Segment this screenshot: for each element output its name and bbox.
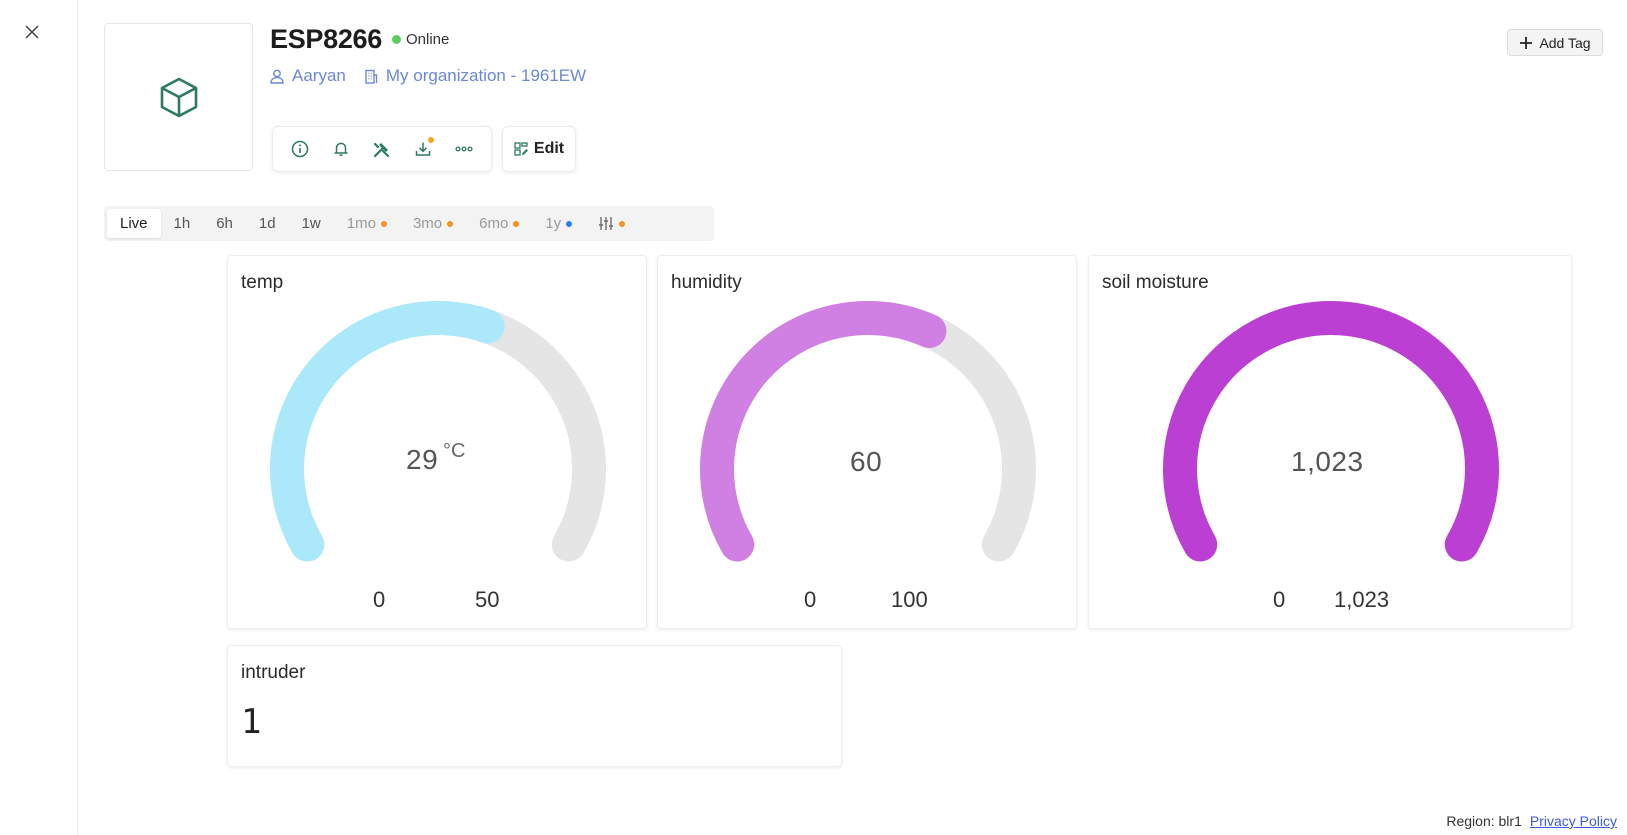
tab-1mo[interactable]: 1mo bbox=[334, 209, 400, 238]
time-range-tabs: Live 1h 6h 1d 1w 1mo 3mo 6mo 1y bbox=[104, 206, 714, 241]
intruder-value: 1 bbox=[241, 702, 262, 742]
organization-link[interactable]: My organization - 1961EW bbox=[364, 66, 586, 86]
owner-name: Aaryan bbox=[292, 66, 346, 85]
tools-icon bbox=[374, 142, 390, 157]
plus-icon bbox=[1520, 36, 1533, 49]
premium-dot bbox=[380, 220, 387, 227]
gauge-unit: °C bbox=[443, 440, 466, 462]
premium-dot bbox=[619, 220, 626, 227]
gauge-min-label: 0 bbox=[373, 587, 386, 612]
gauge-value: 60 bbox=[850, 446, 883, 477]
close-button[interactable] bbox=[20, 20, 44, 44]
device-meta: Aaryan My organization - 1961EW bbox=[270, 66, 586, 86]
building-icon bbox=[365, 69, 378, 84]
tab-6mo[interactable]: 6mo bbox=[466, 209, 532, 238]
user-icon bbox=[270, 69, 284, 84]
gauge-min-label: 0 bbox=[1273, 587, 1286, 612]
bell-icon bbox=[334, 142, 348, 156]
premium-dot bbox=[447, 220, 454, 227]
info-icon bbox=[291, 140, 308, 158]
premium-dot bbox=[513, 220, 520, 227]
more-button[interactable] bbox=[448, 133, 480, 165]
widget-humidity[interactable]: humidity 60 0 100 bbox=[657, 255, 1077, 629]
gauge-value: 1,023 bbox=[1291, 446, 1364, 477]
temp-gauge bbox=[270, 301, 606, 562]
owner-link[interactable]: Aaryan bbox=[270, 66, 346, 86]
edit-label: Edit bbox=[533, 140, 565, 157]
add-tag-button[interactable]: Add Tag bbox=[1507, 29, 1603, 56]
tab-3mo[interactable]: 3mo bbox=[400, 209, 466, 238]
gauge-fill bbox=[700, 301, 947, 562]
notifications-button[interactable] bbox=[325, 133, 357, 165]
privacy-policy-link[interactable]: Privacy Policy bbox=[1530, 813, 1617, 829]
widget-temp[interactable]: temp 29 °C 0 50 bbox=[227, 255, 647, 629]
premium-dot bbox=[566, 220, 573, 227]
tab-1d[interactable]: 1d bbox=[246, 209, 289, 238]
cube-icon bbox=[160, 77, 197, 118]
gauge-fill bbox=[1163, 301, 1499, 562]
info-button[interactable] bbox=[284, 133, 316, 165]
gauge-fill bbox=[270, 301, 505, 562]
region-label: Region: blr1 bbox=[1446, 813, 1522, 829]
device-image bbox=[104, 23, 253, 171]
edit-dashboard-button[interactable]: Edit bbox=[502, 126, 576, 172]
device-name: ESP8266 bbox=[270, 24, 382, 54]
tab-live[interactable]: Live bbox=[107, 209, 161, 238]
device-action-toolbar bbox=[272, 126, 492, 172]
sliders-icon bbox=[599, 217, 614, 230]
add-tag-label: Add Tag bbox=[1539, 34, 1591, 51]
more-dots-icon bbox=[455, 146, 473, 152]
online-status-dot bbox=[392, 35, 401, 44]
download-button[interactable] bbox=[407, 133, 439, 165]
download-notification-dot bbox=[428, 137, 435, 143]
gauge-min-label: 0 bbox=[804, 587, 817, 612]
left-rail bbox=[0, 0, 78, 835]
gauge-max-label: 50 bbox=[475, 587, 500, 612]
gauge-max-label: 1,023 bbox=[1334, 587, 1390, 612]
close-icon bbox=[25, 25, 39, 39]
widget-title: intruder bbox=[241, 662, 306, 683]
widget-intruder[interactable]: intruder 1 bbox=[227, 645, 842, 767]
tab-1w[interactable]: 1w bbox=[289, 209, 334, 238]
soil-moisture-gauge bbox=[1163, 301, 1499, 562]
tab-6h[interactable]: 6h bbox=[203, 209, 246, 238]
tab-1h[interactable]: 1h bbox=[161, 209, 204, 238]
gauge-value: 29 bbox=[406, 444, 439, 475]
device-header: ESP8266 Online bbox=[270, 24, 449, 55]
humidity-gauge bbox=[700, 301, 1036, 562]
tab-custom-range[interactable] bbox=[585, 209, 638, 238]
tab-1y[interactable]: 1y bbox=[532, 209, 585, 238]
device-status: Online bbox=[406, 31, 450, 48]
footer: Region: blr1 Privacy Policy bbox=[1446, 813, 1617, 829]
edit-dashboard-icon bbox=[514, 141, 528, 156]
tools-button[interactable] bbox=[366, 133, 398, 165]
widget-soil-moisture[interactable]: soil moisture 1,023 0 1,023 bbox=[1088, 255, 1572, 629]
organization-name: My organization - 1961EW bbox=[385, 66, 587, 85]
gauge-max-label: 100 bbox=[891, 587, 928, 612]
